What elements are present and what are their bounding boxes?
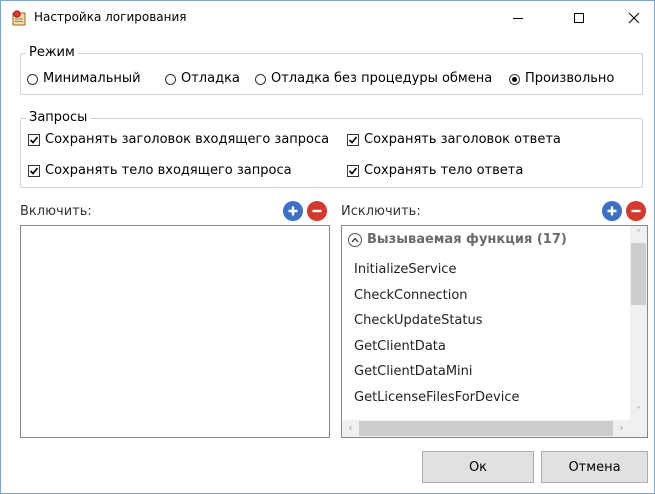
- checkbox-save-request-body[interactable]: Сохранять тело входящего запроса: [28, 163, 292, 179]
- list-item[interactable]: GetLicenseFilesForDevice: [354, 385, 519, 411]
- vertical-scroll-thumb[interactable]: [631, 243, 646, 305]
- scrollbar-corner: [630, 420, 647, 437]
- include-remove-button[interactable]: [307, 201, 327, 221]
- checkbox-label: Сохранять тело ответа: [364, 163, 524, 178]
- exclude-group-header[interactable]: Вызываемая функция (17): [348, 232, 567, 247]
- checkbox-label: Сохранять тело входящего запроса: [45, 163, 292, 178]
- list-item[interactable]: GetClientData: [354, 334, 519, 360]
- checkbox-label: Сохранять заголовок ответа: [364, 132, 561, 147]
- vertical-scrollbar[interactable]: ˄ ˅: [630, 226, 647, 420]
- scroll-down-icon[interactable]: ˅: [630, 403, 647, 420]
- include-add-button[interactable]: [283, 201, 303, 221]
- scroll-up-icon[interactable]: ˄: [630, 226, 647, 243]
- list-item[interactable]: InitializeService: [354, 257, 519, 283]
- exclude-remove-button[interactable]: [626, 201, 646, 221]
- exclude-items: InitializeService CheckConnection CheckU…: [354, 257, 519, 410]
- mode-radio-debug-no-exchange[interactable]: Отладка без процедуры обмена: [255, 71, 492, 87]
- window-title: Настройка логирования: [34, 10, 187, 24]
- maximize-button[interactable]: [556, 1, 602, 35]
- checkbox-save-request-header[interactable]: Сохранять заголовок входящего запроса: [28, 132, 329, 148]
- radio-indicator: [509, 73, 520, 85]
- list-item[interactable]: CheckUpdateStatus: [354, 308, 519, 334]
- include-list[interactable]: [20, 225, 330, 438]
- horizontal-scrollbar[interactable]: ‹ ›: [342, 420, 630, 437]
- mode-radio-debug[interactable]: Отладка: [165, 71, 240, 87]
- scroll-right-icon[interactable]: ›: [613, 420, 630, 437]
- checkbox-box: [347, 134, 359, 146]
- radio-indicator: [165, 73, 176, 85]
- plus-icon: [288, 206, 298, 216]
- minus-icon: [312, 209, 322, 213]
- app-icon: [12, 10, 26, 26]
- exclude-label: Исключить:: [341, 204, 421, 219]
- maximize-icon: [574, 13, 584, 23]
- checkbox-save-response-header[interactable]: Сохранять заголовок ответа: [347, 132, 561, 148]
- minimize-icon: [513, 18, 523, 19]
- checkbox-label: Сохранять заголовок входящего запроса: [45, 132, 330, 147]
- checkmark-icon: [348, 167, 358, 175]
- mode-radio-label: Произвольно: [525, 71, 615, 86]
- plus-icon: [607, 206, 617, 216]
- mode-radio-custom[interactable]: Произвольно: [509, 71, 614, 87]
- collapse-icon[interactable]: [348, 232, 362, 247]
- checkmark-icon: [348, 136, 358, 144]
- radio-indicator: [255, 73, 266, 85]
- requests-legend: Запросы: [26, 110, 91, 126]
- checkbox-box: [28, 165, 40, 177]
- mode-radio-label: Отладка: [181, 71, 240, 86]
- title-bar[interactable]: Настройка логирования: [1, 1, 654, 35]
- close-icon: [628, 12, 640, 24]
- checkmark-icon: [29, 136, 39, 144]
- list-item[interactable]: GetClientDataMini: [354, 359, 519, 385]
- settings-window: Настройка логирования Режим Минимальный …: [0, 0, 655, 494]
- mode-radio-label: Минимальный: [43, 71, 141, 86]
- list-item[interactable]: CheckConnection: [354, 283, 519, 309]
- exclude-list[interactable]: Вызываемая функция (17) InitializeServic…: [341, 225, 648, 438]
- minimize-button[interactable]: [495, 1, 541, 35]
- exclude-group-title: Вызываемая функция (17): [367, 232, 567, 247]
- horizontal-scroll-thumb[interactable]: [359, 421, 613, 436]
- ok-button[interactable]: Ок: [422, 451, 534, 483]
- include-label: Включить:: [20, 204, 92, 219]
- exclude-add-button[interactable]: [602, 201, 622, 221]
- minus-icon: [631, 209, 641, 213]
- checkbox-box: [347, 165, 359, 177]
- checkbox-save-response-body[interactable]: Сохранять тело ответа: [347, 163, 523, 179]
- cancel-button[interactable]: Отмена: [541, 451, 648, 483]
- scroll-left-icon[interactable]: ‹: [342, 420, 359, 437]
- mode-radio-label: Отладка без процедуры обмена: [271, 71, 493, 86]
- close-button[interactable]: [611, 1, 654, 35]
- radio-indicator: [27, 73, 38, 85]
- checkbox-box: [28, 134, 40, 146]
- mode-legend: Режим: [26, 45, 78, 61]
- mode-radio-minimal[interactable]: Минимальный: [27, 71, 141, 87]
- checkmark-icon: [29, 167, 39, 175]
